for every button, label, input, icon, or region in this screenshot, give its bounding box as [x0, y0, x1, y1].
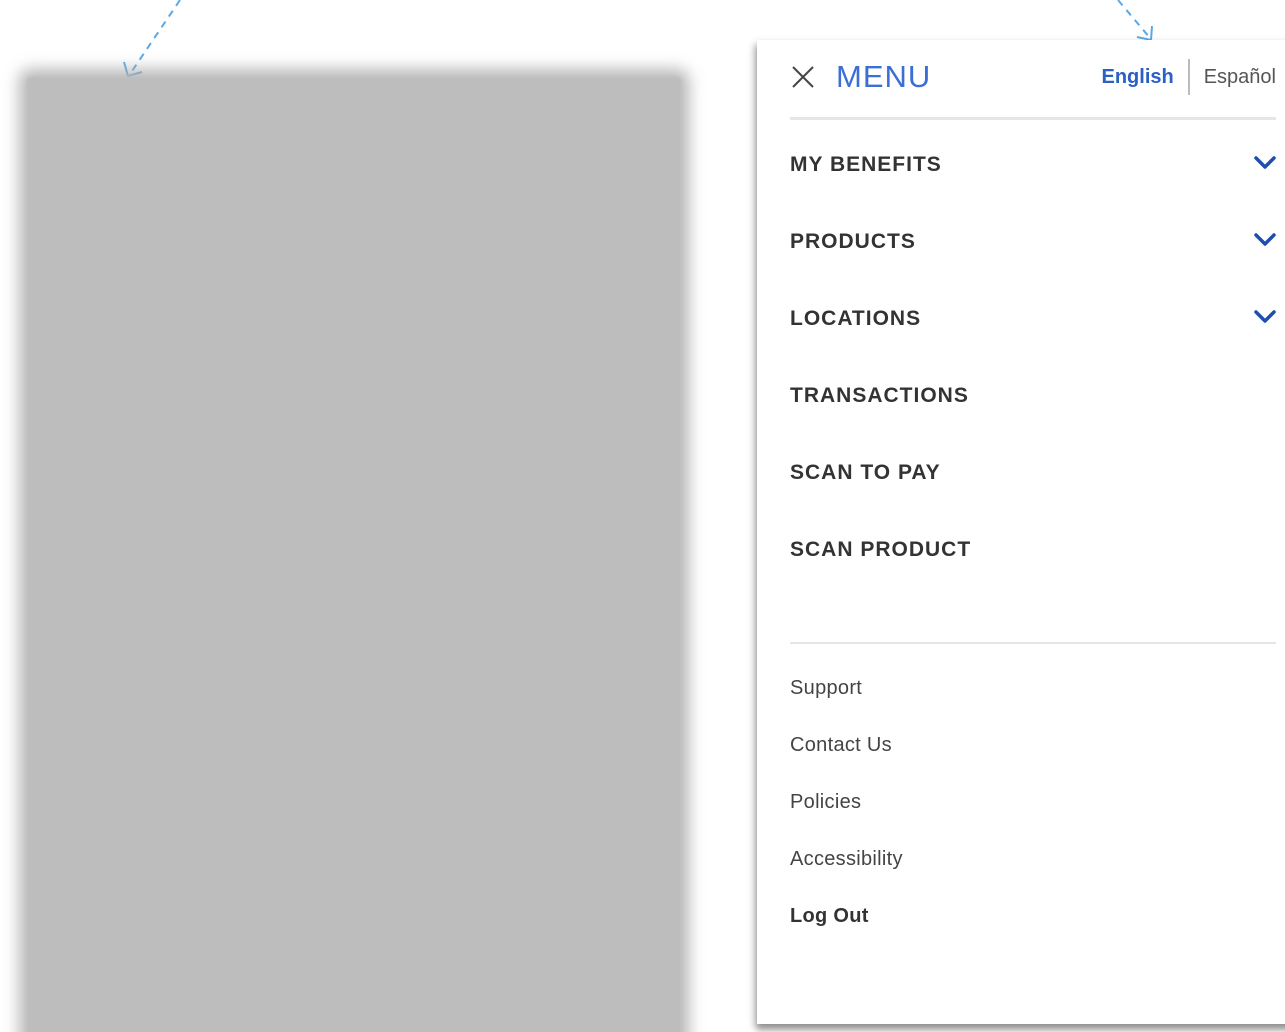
language-switcher: English Español — [1101, 58, 1276, 96]
menu-title: MENU — [836, 59, 932, 94]
menu-header: MENU English Español — [790, 58, 1276, 102]
nav-item-locations[interactable]: LOCATIONS — [790, 280, 1276, 357]
contact-us-link[interactable]: Contact Us — [790, 717, 1276, 774]
close-button[interactable] — [790, 64, 816, 90]
footer-divider — [790, 642, 1276, 644]
nav-item-my-benefits[interactable]: MY BENEFITS — [790, 126, 1276, 203]
nav-item-scan-product[interactable]: SCAN PRODUCT — [790, 511, 1276, 588]
header-divider — [790, 117, 1276, 120]
close-icon — [792, 66, 814, 88]
screen: MENU English Español MY BENEFITS PRODUCT… — [0, 0, 1285, 1032]
nav-item-label: PRODUCTS — [790, 230, 916, 253]
primary-nav: MY BENEFITS PRODUCTS LOCATIONS TRANSACTI… — [790, 126, 1276, 588]
log-out-link[interactable]: Log Out — [790, 888, 1276, 945]
chevron-down-icon — [1254, 156, 1276, 169]
annotation-arrow-right — [1117, 0, 1153, 42]
nav-item-products[interactable]: PRODUCTS — [790, 203, 1276, 280]
nav-item-transactions[interactable]: TRANSACTIONS — [790, 357, 1276, 434]
accessibility-link[interactable]: Accessibility — [790, 831, 1276, 888]
nav-item-scan-to-pay[interactable]: SCAN TO PAY — [790, 434, 1276, 511]
chevron-down-icon — [1254, 233, 1276, 246]
nav-item-label: MY BENEFITS — [790, 153, 942, 176]
language-english-link[interactable]: English — [1101, 66, 1187, 89]
nav-item-label: LOCATIONS — [790, 307, 922, 330]
support-link[interactable]: Support — [790, 660, 1276, 717]
secondary-links: Support Contact Us Policies Accessibilit… — [790, 660, 1276, 945]
annotation-arrow-left — [123, 0, 181, 78]
nav-item-label: SCAN PRODUCT — [790, 538, 972, 561]
side-menu-panel: MENU English Español MY BENEFITS PRODUCT… — [757, 40, 1285, 1024]
nav-item-label: TRANSACTIONS — [790, 384, 969, 407]
blurred-page-placeholder — [26, 76, 682, 1032]
chevron-down-icon — [1254, 310, 1276, 323]
language-spanish-link[interactable]: Español — [1190, 66, 1276, 89]
policies-link[interactable]: Policies — [790, 774, 1276, 831]
nav-item-label: SCAN TO PAY — [790, 461, 941, 484]
